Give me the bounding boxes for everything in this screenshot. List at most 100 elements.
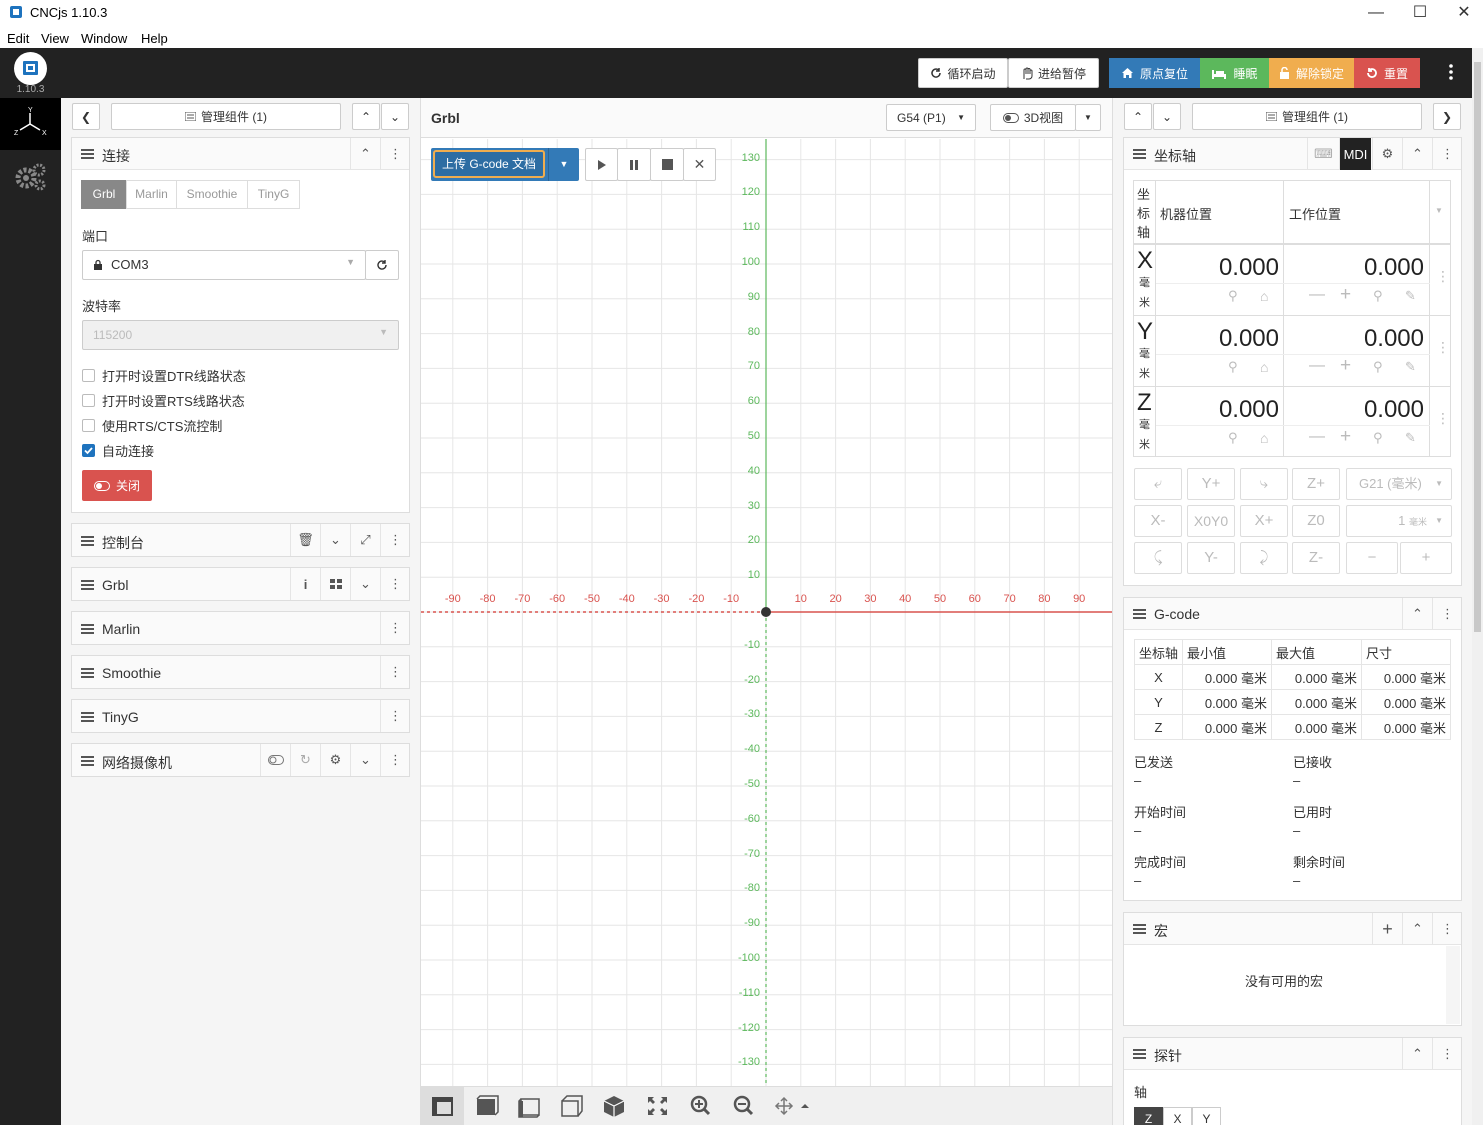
probe-axis-y[interactable]: Y — [1192, 1107, 1221, 1125]
manage-widgets-left-button[interactable]: 管理组件 (1) — [111, 103, 341, 130]
jog-zplus-button[interactable]: Z+ — [1292, 468, 1340, 500]
cycle-start-button[interactable]: 循环启动 — [918, 58, 1008, 88]
minimize-button[interactable]: — — [1353, 0, 1399, 28]
edit-icon[interactable]: ✎ — [1405, 288, 1416, 304]
expand-webcam-button[interactable]: ⌄ — [350, 744, 380, 776]
collapse-macro-button[interactable]: ⌃ — [1402, 913, 1432, 945]
sleep-button[interactable]: 睡眠 — [1200, 58, 1269, 88]
nav-settings[interactable] — [0, 150, 61, 202]
edit-icon[interactable]: ✎ — [1405, 430, 1416, 446]
units-dropdown[interactable]: G21 (毫米) ▼ — [1346, 468, 1452, 500]
hamburger-icon[interactable] — [81, 624, 94, 634]
stop-button[interactable] — [650, 148, 684, 181]
menu-window[interactable]: Window — [81, 31, 127, 46]
step-dropdown[interactable]: 1 毫米 ▼ — [1346, 505, 1452, 537]
grbl-more-button[interactable]: ⋮ — [380, 568, 410, 600]
collapse-axes-button[interactable]: ⌃ — [1402, 138, 1432, 170]
webcam-more-button[interactable]: ⋮ — [380, 744, 410, 776]
axes-settings-button[interactable]: ⚙ — [1372, 138, 1402, 170]
grbl-grid-button[interactable] — [320, 568, 350, 600]
isometric-view-button[interactable] — [593, 1087, 636, 1125]
caret-down-icon[interactable]: ▼ — [1435, 206, 1443, 215]
right-view-button[interactable] — [507, 1087, 550, 1125]
close-connection-button[interactable]: 关闭 — [82, 470, 152, 501]
home-axis-icon[interactable]: ⌂ — [1260, 288, 1268, 304]
left-view-button[interactable] — [550, 1087, 593, 1125]
minus-icon[interactable]: — — [1309, 357, 1325, 375]
jog-yminus-button[interactable]: Y- — [1187, 542, 1235, 574]
unlock-button[interactable]: 解除锁定 — [1269, 58, 1354, 88]
homing-button[interactable]: 原点复位 — [1109, 58, 1200, 88]
console-more-button[interactable]: ⋮ — [380, 524, 410, 556]
smoothie-more-button[interactable]: ⋮ — [380, 656, 410, 688]
probe-more-button[interactable]: ⋮ — [1432, 1038, 1462, 1070]
menu-help[interactable]: Help — [141, 31, 168, 46]
zoom-fit-button[interactable] — [636, 1087, 679, 1125]
go-work-zero-icon[interactable]: ⚲ — [1373, 288, 1383, 304]
visualizer-canvas[interactable] — [421, 139, 1112, 1086]
macro-more-button[interactable]: ⋮ — [1432, 913, 1462, 945]
upload-dropdown-button[interactable]: ▼ — [548, 148, 579, 181]
hamburger-icon[interactable] — [81, 712, 94, 722]
jog-xplus-yminus-button[interactable]: ⤸ — [1240, 542, 1288, 574]
rts-checkbox[interactable] — [82, 394, 95, 407]
webcam-settings-button[interactable]: ⚙ — [320, 744, 350, 776]
expand-grbl-button[interactable]: ⌄ — [350, 568, 380, 600]
collapse-right-button[interactable]: ❯ — [1433, 103, 1461, 130]
go-work-zero-icon[interactable]: ⚲ — [1373, 430, 1383, 446]
grbl-info-button[interactable]: i — [290, 568, 320, 600]
jog-zminus-button[interactable]: Z- — [1292, 542, 1340, 574]
jog-xplus-button[interactable]: X+ — [1240, 505, 1288, 537]
webcam-toggle-button[interactable] — [260, 744, 290, 776]
view3d-button[interactable]: 3D视图 — [990, 104, 1076, 131]
window-scrollbar-thumb[interactable] — [1474, 62, 1481, 632]
jog-yplus-button[interactable]: Y+ — [1187, 468, 1235, 500]
feed-hold-button[interactable]: 进给暂停 — [1008, 58, 1099, 88]
collapse-probe-button[interactable]: ⌃ — [1402, 1038, 1432, 1070]
close-window-button[interactable]: ✕ — [1441, 0, 1483, 28]
refresh-ports-button[interactable] — [365, 250, 399, 280]
hamburger-icon[interactable] — [1133, 924, 1146, 934]
minus-icon[interactable]: — — [1309, 428, 1325, 446]
pause-button[interactable] — [617, 148, 651, 181]
topbar-more-icon[interactable] — [1446, 62, 1456, 82]
right-move-down-button[interactable]: ⌄ — [1153, 103, 1181, 130]
wcs-dropdown[interactable]: G54 (P1) ▼ — [886, 104, 976, 131]
hamburger-icon[interactable] — [1133, 609, 1146, 619]
webcam-refresh-button[interactable]: ↻ — [290, 744, 320, 776]
move-down-button[interactable]: ⌄ — [381, 103, 409, 130]
collapse-gcode-button[interactable]: ⌃ — [1402, 598, 1432, 630]
right-move-up-button[interactable]: ⌃ — [1124, 103, 1152, 130]
zoom-in-button[interactable] — [679, 1087, 722, 1125]
go-z0-button[interactable]: Z0 — [1292, 505, 1340, 537]
go-machine-zero-icon[interactable]: ⚲ — [1228, 430, 1238, 446]
step-decrease-button[interactable]: − — [1346, 542, 1398, 574]
go-work-zero-icon[interactable]: ⚲ — [1373, 359, 1383, 375]
probe-axis-x[interactable]: X — [1163, 1107, 1192, 1125]
jog-xminus-yminus-button[interactable]: ⤹ — [1134, 542, 1182, 574]
fullscreen-console-button[interactable]: ⤢ — [350, 524, 380, 556]
menu-edit[interactable]: Edit — [7, 31, 29, 46]
close-gcode-button[interactable]: ✕ — [683, 148, 716, 181]
port-select[interactable]: COM3 ▼ — [82, 250, 366, 280]
plus-icon[interactable]: + — [1340, 355, 1351, 377]
collapse-connection-button[interactable]: ⌃ — [350, 138, 380, 170]
move-up-button[interactable]: ⌃ — [352, 103, 380, 130]
more-vertical-icon[interactable]: ⋮ — [1436, 339, 1450, 356]
macro-scrollbar[interactable] — [1446, 946, 1460, 1024]
home-axis-icon[interactable]: ⌂ — [1260, 430, 1268, 446]
baud-select[interactable]: 115200 ▼ — [82, 320, 399, 350]
tab-grbl[interactable]: Grbl — [81, 180, 127, 209]
maximize-button[interactable]: ☐ — [1397, 0, 1443, 28]
expand-console-button[interactable]: ⌄ — [320, 524, 350, 556]
edit-icon[interactable]: ✎ — [1405, 359, 1416, 375]
tinyg-more-button[interactable]: ⋮ — [380, 700, 410, 732]
hamburger-icon[interactable] — [81, 580, 94, 590]
axes-more-button[interactable]: ⋮ — [1432, 138, 1462, 170]
jog-xminus-button[interactable]: X- — [1134, 505, 1182, 537]
clear-console-button[interactable]: 🗑 — [290, 524, 320, 556]
top-view-button[interactable] — [421, 1087, 464, 1125]
hamburger-icon[interactable] — [1133, 1049, 1146, 1059]
collapse-left-button[interactable]: ❮ — [72, 103, 100, 130]
mdi-button[interactable]: MDI — [1339, 138, 1371, 170]
